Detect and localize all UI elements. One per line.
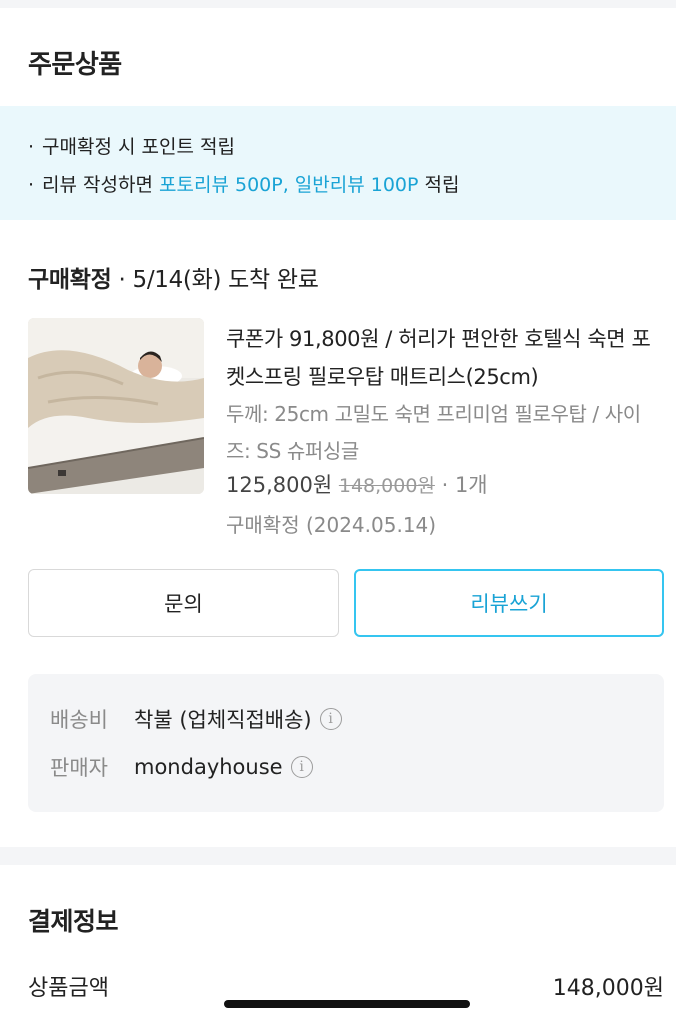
sale-price: 125,800원 [226, 473, 333, 497]
product-thumbnail[interactable] [28, 318, 204, 494]
notice-text-2-suffix: 적립 [418, 174, 460, 196]
product-amount-row: 상품금액 148,000원 [28, 970, 664, 1002]
shipping-info-box: 배송비 착불 (업체직접배송) i 판매자 mondayhouse i [28, 674, 664, 812]
info-icon[interactable]: i [290, 756, 313, 778]
notice-text-1: 구매확정 시 포인트 적립 [42, 136, 235, 158]
notice-review-points: 포토리뷰 500P, 일반리뷰 100P [159, 174, 419, 196]
section-divider [0, 847, 676, 865]
bullet: · [28, 174, 35, 196]
shipping-fee-label: 배송비 [50, 708, 108, 732]
bullet: · [28, 136, 35, 158]
seller-label: 판매자 [50, 756, 108, 780]
inquiry-button[interactable]: 문의 [28, 569, 339, 637]
seller-row: 판매자 mondayhouse i [50, 752, 313, 782]
order-status: 구매확정 · 5/14(화) 도착 완료 [28, 260, 319, 294]
confirm-date: 구매확정 (2024.05.14) [226, 513, 437, 537]
payment-section-title: 결제정보 [28, 907, 119, 936]
quantity: · 1개 [434, 473, 488, 497]
home-indicator[interactable] [224, 1000, 470, 1008]
shipping-fee-row: 배송비 착불 (업체직접배송) i [50, 704, 342, 734]
original-price: 148,000원 [338, 475, 435, 497]
shipping-fee-value: 착불 (업체직접배송) [134, 708, 312, 732]
status-label: 구매확정 [28, 267, 112, 293]
point-notice-banner: · 구매확정 시 포인트 적립 · 리뷰 작성하면 포토리뷰 500P, 일반리뷰 … [0, 106, 676, 220]
write-review-button[interactable]: 리뷰쓰기 [354, 569, 664, 637]
mattress-photo [28, 318, 204, 494]
notice-line-1: · 구매확정 시 포인트 적립 [28, 132, 235, 159]
info-icon[interactable]: i [319, 708, 342, 730]
product-option: 두께: 25cm 고밀도 숙면 프리미엄 필로우탑 / 사이즈: SS 슈퍼싱글 [226, 402, 641, 463]
top-divider [0, 0, 676, 8]
order-section-title: 주문상품 [28, 50, 122, 80]
product-amount-label: 상품금액 [28, 976, 109, 1001]
product-amount-value: 148,000원 [552, 976, 664, 1001]
notice-text-2-prefix: 리뷰 작성하면 [42, 174, 160, 196]
notice-line-2: · 리뷰 작성하면 포토리뷰 500P, 일반리뷰 100P 적립 [28, 170, 459, 197]
product-name[interactable]: 쿠폰가 91,800원 / 허리가 편안한 호텔식 숙면 포켓스프링 필로우탑 … [226, 320, 656, 396]
seller-value[interactable]: mondayhouse [134, 755, 283, 779]
product-price-line: 125,800원 148,000원 · 1개 [226, 470, 656, 501]
status-detail: · 5/14(화) 도착 완료 [111, 267, 319, 293]
